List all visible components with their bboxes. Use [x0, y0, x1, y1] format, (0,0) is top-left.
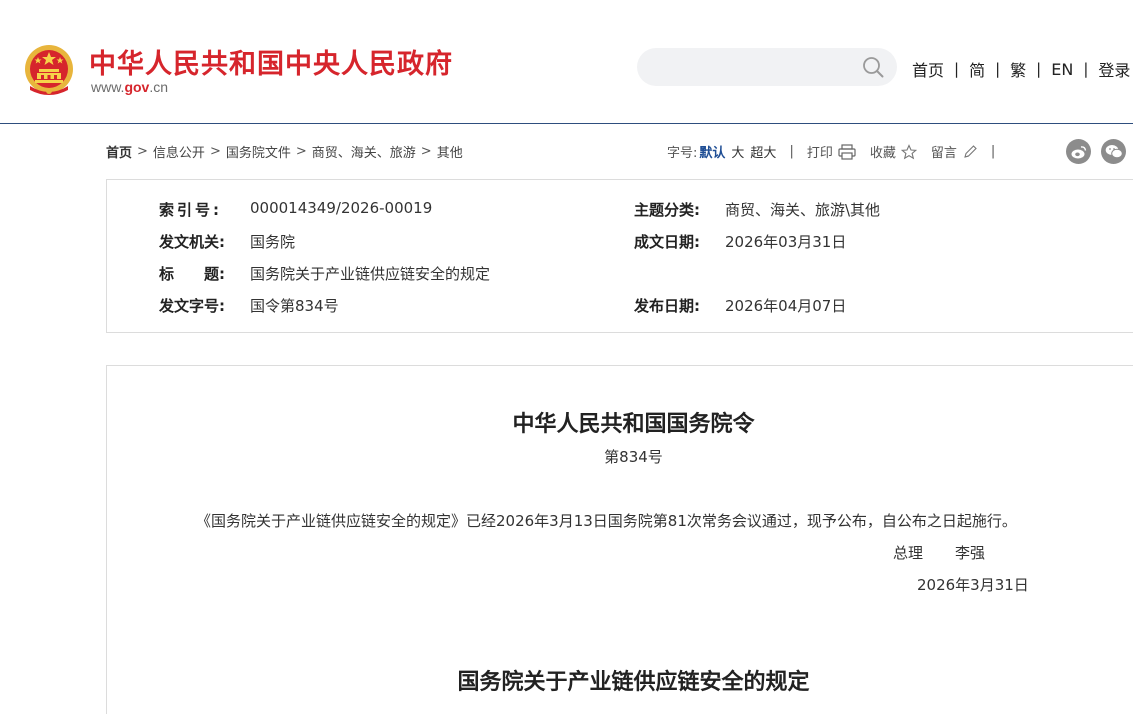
- star-icon: [900, 143, 917, 159]
- nav-separator: |: [954, 60, 960, 78]
- site-domain: www.gov.cn: [91, 79, 168, 95]
- printer-icon: [838, 143, 856, 160]
- order-paragraph: 《国务院关于产业链供应链安全的规定》已经2026年3月13日国务院第81次常务会…: [196, 512, 1017, 530]
- written-date-value: 2026年03月31日: [725, 233, 847, 251]
- written-date-row: 成文日期: 2026年03月31日: [634, 231, 846, 252]
- wechat-icon: [1105, 145, 1123, 159]
- order-number: 第834号: [604, 448, 663, 466]
- nav-english-link[interactable]: EN: [1051, 60, 1073, 79]
- written-date-label: 成文日期:: [634, 233, 700, 251]
- category-row: 主题分类: 商贸、海关、旅游\其他: [634, 199, 880, 220]
- print-label: 打印: [806, 146, 833, 161]
- print-button[interactable]: 打印: [807, 142, 856, 161]
- signature: 总理 李强: [893, 542, 985, 563]
- tools-separator: |: [789, 144, 794, 159]
- signer-title: 总理: [893, 544, 924, 562]
- nav-login-link[interactable]: 登录: [1098, 57, 1130, 81]
- title-row: 标 题: 国务院关于产业链供应链安全的规定: [159, 263, 490, 284]
- favorite-label: 收藏: [869, 146, 896, 161]
- nav-separator: |: [1036, 60, 1042, 78]
- order-heading: 中华人民共和国国务院令: [512, 412, 755, 437]
- font-size-xlarge[interactable]: 超大: [750, 142, 776, 161]
- breadcrumb-state-council-docs[interactable]: 国务院文件: [226, 142, 291, 161]
- index-number-label: 索引号:: [159, 201, 222, 219]
- issuer-row: 发文机关: 国务院: [159, 231, 295, 252]
- document-number-label: 发文字号:: [159, 297, 225, 315]
- issuer-value: 国务院: [250, 233, 296, 251]
- breadcrumb: 首页 > 信息公开 > 国务院文件 > 商贸、海关、旅游 > 其他: [106, 142, 463, 161]
- published-date-row: 发布日期: 2026年04月07日: [634, 295, 846, 316]
- breadcrumb-info-public[interactable]: 信息公开: [153, 142, 205, 161]
- breadcrumb-home[interactable]: 首页: [106, 142, 132, 161]
- title-label: 标 题:: [159, 265, 225, 283]
- category-label: 主题分类:: [634, 201, 700, 219]
- signature-date: 2026年3月31日: [917, 576, 1029, 594]
- breadcrumb-other[interactable]: 其他: [437, 142, 463, 161]
- weibo-icon: [1071, 145, 1087, 158]
- share-buttons: [1066, 139, 1133, 164]
- title-value: 国务院关于产业链供应链安全的规定: [250, 265, 491, 283]
- issuer-label: 发文机关:: [159, 233, 225, 251]
- breadcrumb-separator: >: [420, 144, 432, 159]
- regulation-title: 国务院关于产业链供应链安全的规定: [457, 670, 810, 695]
- breadcrumb-separator: >: [209, 144, 221, 159]
- domain-suffix: .cn: [149, 79, 169, 95]
- site-header: 中华人民共和国中央人民政府 www.gov.cn 首页 | 简 | 繁 | EN…: [0, 0, 1133, 124]
- nav-home-link[interactable]: 首页: [912, 57, 944, 81]
- breadcrumb-separator: >: [295, 144, 307, 159]
- font-size-label: 字号:: [667, 146, 698, 161]
- document-number-value: 国令第834号: [250, 297, 339, 315]
- favorite-button[interactable]: 收藏: [870, 142, 917, 161]
- weibo-share-button[interactable]: [1066, 139, 1091, 164]
- nav-separator: |: [995, 60, 1001, 78]
- breadcrumb-separator: >: [137, 144, 148, 159]
- wechat-share-button[interactable]: [1101, 139, 1126, 164]
- nav-separator: |: [1083, 60, 1089, 78]
- published-date-label: 发布日期:: [634, 297, 700, 315]
- breadcrumb-trade-customs-tourism[interactable]: 商贸、海关、旅游: [312, 142, 416, 161]
- tools-separator: |: [990, 144, 996, 159]
- search-input[interactable]: [637, 48, 897, 86]
- domain-prefix: www.: [91, 79, 125, 95]
- nav-traditional-link[interactable]: 繁: [1010, 57, 1026, 81]
- article-tools: 字号: 默认 大 超大 | 打印 收藏 留言 |: [667, 142, 1008, 161]
- signer-name: 李强: [955, 544, 986, 562]
- comment-button[interactable]: 留言: [931, 142, 978, 161]
- national-emblem-icon[interactable]: [24, 42, 74, 96]
- document-number-row: 发文字号: 国令第834号: [159, 295, 339, 316]
- nav-simplified-link[interactable]: 简: [969, 57, 985, 81]
- font-size-large[interactable]: 大: [731, 142, 744, 161]
- pencil-icon: [964, 144, 977, 158]
- search-icon[interactable]: [862, 56, 884, 78]
- domain-main: gov: [124, 79, 150, 95]
- published-date-value: 2026年04月07日: [725, 297, 847, 315]
- top-nav: 首页 | 简 | 繁 | EN | 登录 |: [912, 57, 1133, 81]
- comment-label: 留言: [930, 146, 957, 161]
- font-size-default[interactable]: 默认: [699, 142, 725, 161]
- index-number-value: 000014349/2026-00019: [250, 199, 433, 217]
- site-title[interactable]: 中华人民共和国中央人民政府: [89, 42, 453, 81]
- index-number-row: 索引号: 000014349/2026-00019: [159, 199, 432, 220]
- category-value: 商贸、海关、旅游\其他: [725, 201, 881, 219]
